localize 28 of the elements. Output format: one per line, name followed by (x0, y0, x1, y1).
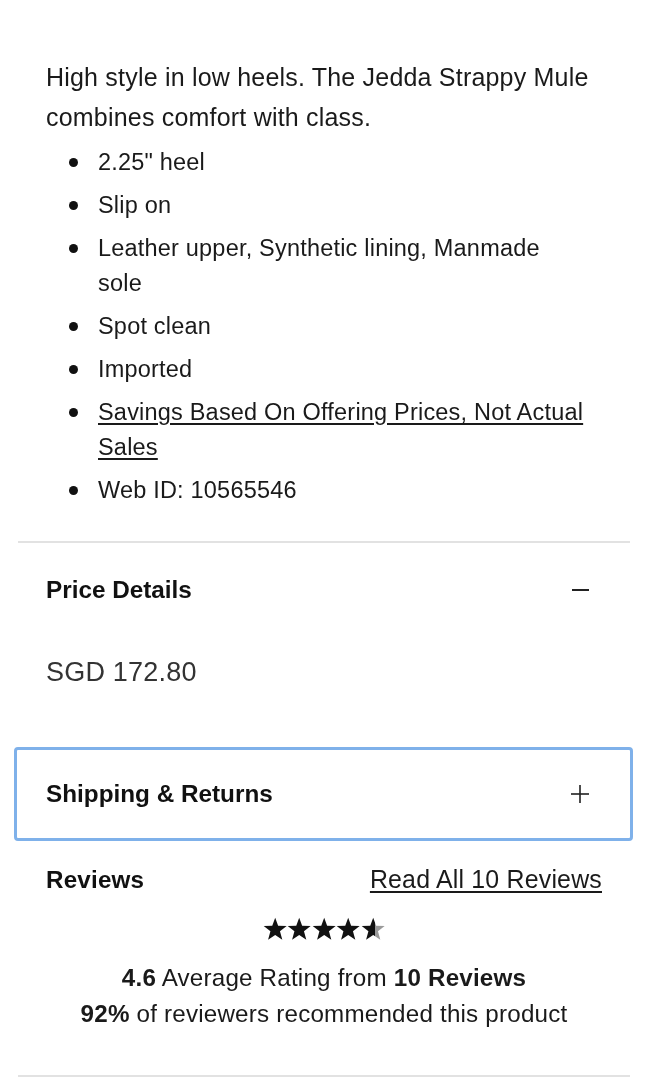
bullet-icon (69, 322, 78, 331)
recommendation-text: 92% of reviewers recommended this product (79, 999, 569, 1030)
star-icon (263, 917, 288, 941)
accordion-toggle[interactable]: Shipping & Returns (14, 747, 633, 841)
feature-text: Imported (98, 355, 193, 384)
price-text: SGD 172.80 (46, 657, 198, 687)
description-text: High style in low heels. The Jedda Strappy Mule combines comfort with class. (46, 62, 590, 133)
minus-icon (572, 589, 589, 591)
bullet-icon (69, 365, 78, 374)
bullet-icon (69, 158, 78, 167)
bullet-icon (69, 201, 78, 210)
feature-text: Slip on (98, 191, 172, 220)
feature-text: 2.25" heel (98, 148, 206, 177)
rating-summary-text: 4.6 Average Rating from 10 Reviews (120, 963, 528, 994)
star-icon (336, 917, 361, 941)
reviews-heading: Reviews (46, 865, 145, 895)
plus-icon (571, 785, 589, 803)
star-icon (287, 917, 312, 941)
star-icon (360, 917, 385, 941)
star-icon (311, 917, 337, 941)
feature-link[interactable]: Savings Based On Offering Prices, Not Actual Sales (98, 395, 587, 465)
feature-text: Leather upper, Synthetic lining, Manmade sole (98, 234, 541, 298)
bullet-icon (69, 244, 78, 253)
bullet-icon (69, 408, 78, 417)
bullet-icon (69, 486, 78, 495)
feature-text: Spot clean (98, 312, 212, 341)
read-all-reviews-link[interactable]: Read All 10 Reviews (369, 861, 602, 897)
feature-text: Web ID: 10565546 (98, 476, 297, 505)
